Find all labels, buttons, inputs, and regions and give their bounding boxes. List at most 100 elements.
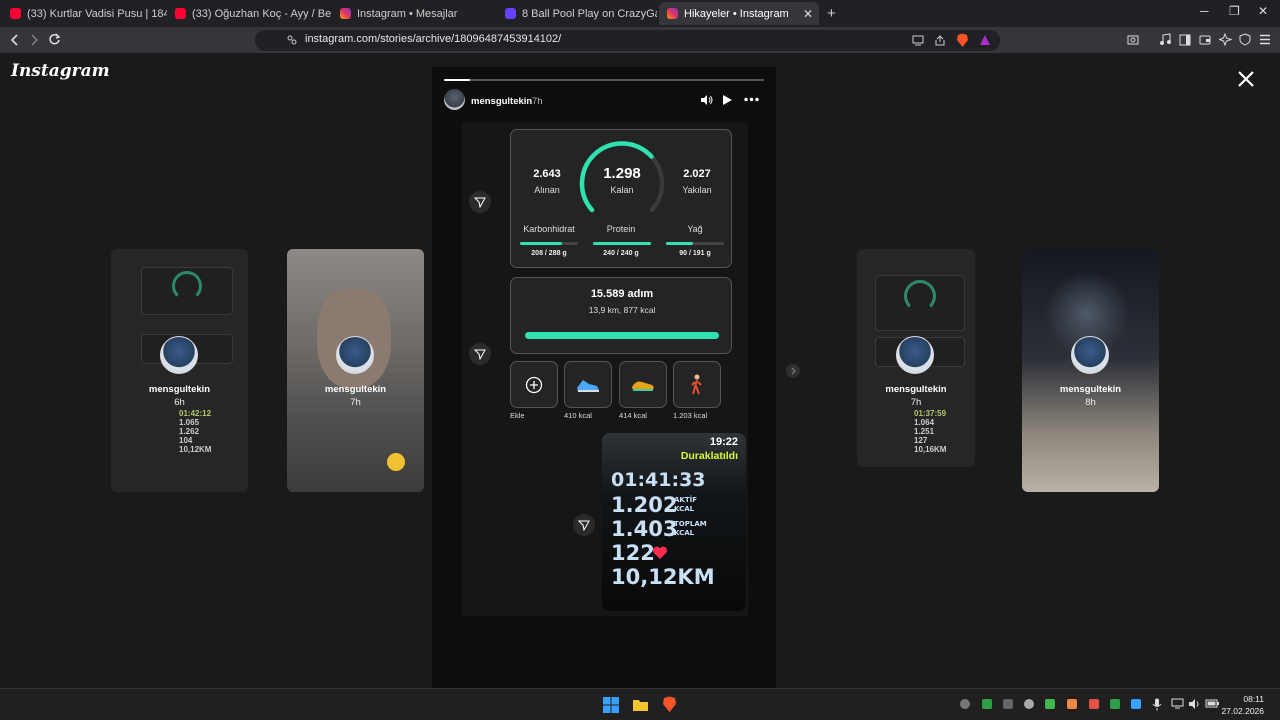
story-progress-bar <box>444 79 764 81</box>
tab-hikayeler-instagram[interactable]: Hikayeler • Instagram ✕ <box>659 2 819 25</box>
shoe-icon <box>632 381 654 391</box>
wallet-icon[interactable] <box>1199 34 1211 46</box>
story-time: 7h <box>910 397 922 408</box>
sidebar-icon[interactable] <box>1179 34 1191 46</box>
media-icon[interactable] <box>1159 33 1171 46</box>
story-thumbnail <box>141 267 233 315</box>
protein-value: 240 / 240 g <box>603 250 639 257</box>
next-story-button[interactable] <box>786 364 800 378</box>
brave-browser-icon[interactable] <box>662 696 677 713</box>
tab-title: 8 Ball Pool Play on CrazyGames <box>522 7 657 20</box>
side-story-card[interactable]: mensgultekin 8h <box>1022 249 1159 492</box>
minimize-icon[interactable]: ─ <box>1200 4 1209 18</box>
story-progress-fill <box>444 79 470 81</box>
story-time: 7h <box>532 96 543 107</box>
cast-icon[interactable] <box>912 35 924 46</box>
tray-icon[interactable] <box>1110 699 1120 709</box>
story-username: mensgultekin <box>885 384 947 395</box>
screenshot-icon[interactable] <box>1127 34 1139 46</box>
active-story[interactable]: mensgultekin 7h 2.643 Alınan 1.298 Kalan… <box>432 67 776 688</box>
send-reaction-button[interactable] <box>469 343 491 365</box>
add-activity-button <box>510 361 558 408</box>
menu-icon[interactable] <box>1259 34 1271 45</box>
activity-tile <box>619 361 667 408</box>
tray-icon[interactable] <box>960 699 970 709</box>
system-clock[interactable]: 08:11 27.02.2026 <box>1221 693 1264 717</box>
story-author-avatar[interactable] <box>444 89 465 110</box>
watch-duration: 01:41:33 <box>611 469 706 491</box>
play-icon[interactable] <box>722 94 733 106</box>
send-reaction-button[interactable] <box>469 191 491 213</box>
story-thumbnail <box>875 275 965 331</box>
carbs-label: Karbonhidrat <box>523 224 575 234</box>
story-image: 2.643 Alınan 1.298 Kalan 2.027 Yakılan K… <box>462 123 748 616</box>
watch-status: Duraklatıldı <box>680 450 738 462</box>
sneaker-icon <box>577 379 599 392</box>
reload-icon[interactable] <box>48 33 61 46</box>
url-bar[interactable]: instagram.com/stories/archive/1809648745… <box>255 30 1000 51</box>
tab-instagram-messages[interactable]: Instagram • Mesajlar <box>332 2 497 25</box>
side-story-card[interactable]: 01:37:59 1.064 1.251 127 10,16KM mensgulteki… <box>857 249 975 467</box>
send-icon <box>474 349 486 360</box>
battery-icon[interactable] <box>1205 698 1220 709</box>
watch-total-label: TOPLAM KCAL <box>674 520 707 537</box>
avatar <box>896 336 934 374</box>
tab-title: Instagram • Mesajlar <box>357 7 458 20</box>
close-tab-icon[interactable]: ✕ <box>803 7 813 21</box>
tray-icon[interactable] <box>982 699 992 709</box>
fat-bar-fill <box>666 242 694 245</box>
brave-shields-icon[interactable] <box>956 33 969 48</box>
tray-icon[interactable] <box>1024 699 1034 709</box>
watch-active-label: AKTİF KCAL <box>674 496 698 513</box>
crazygames-icon <box>505 8 516 19</box>
leo-ai-icon[interactable] <box>1219 33 1232 46</box>
consumed-label: Alınan <box>534 185 560 195</box>
story-viewer-page: Instagram 01:42:12 1.065 1.262 104 10,12KM m… <box>0 53 1280 688</box>
microphone-icon[interactable] <box>1152 698 1162 711</box>
story-time: 6h <box>174 397 185 408</box>
brave-rewards-icon[interactable] <box>979 34 991 46</box>
speaker-icon[interactable] <box>700 94 713 106</box>
tray-icon[interactable] <box>1067 699 1077 709</box>
site-info-icon[interactable] <box>287 35 297 45</box>
carbs-value: 208 / 288 g <box>531 250 567 257</box>
side-story-card[interactable]: 01:42:12 1.065 1.262 104 10,12KM mensgulteki… <box>111 249 248 492</box>
more-options-icon[interactable] <box>744 97 759 102</box>
new-tab-button[interactable]: + <box>823 2 843 25</box>
tray-icon[interactable] <box>1045 699 1055 709</box>
window-close-icon[interactable]: ✕ <box>1258 4 1268 18</box>
vpn-icon[interactable] <box>1239 33 1251 46</box>
send-reaction-button[interactable] <box>573 514 595 536</box>
steps-subtitle: 13,9 km, 877 kcal <box>588 305 656 315</box>
burned-label: Yakılan <box>682 185 712 195</box>
tray-icon[interactable] <box>1089 699 1099 709</box>
avatar <box>336 336 374 374</box>
activity-label: 1.203 kcal <box>673 411 708 420</box>
plus-icon <box>525 376 543 393</box>
back-icon[interactable] <box>9 34 21 46</box>
calorie-card: 2.643 Alınan 1.298 Kalan 2.027 Yakılan K… <box>510 129 732 268</box>
forward-icon[interactable] <box>28 34 40 46</box>
protein-bar-fill <box>593 242 651 245</box>
file-explorer-icon[interactable] <box>632 697 649 712</box>
tab-kurtlar-vadisi[interactable]: (33) Kurtlar Vadisi Pusu | 184. Bölüm | <box>2 2 167 25</box>
volume-icon[interactable] <box>1188 698 1201 710</box>
tray-icon[interactable] <box>1003 699 1013 709</box>
tray-icon[interactable] <box>1131 699 1141 709</box>
story-time: 7h <box>350 397 361 408</box>
story-author-name[interactable]: mensgultekin <box>471 96 532 107</box>
fat-bar <box>666 242 724 245</box>
restore-icon[interactable]: ❐ <box>1229 4 1240 18</box>
tab-oguzhan-koc[interactable]: (33) Oğuzhan Koç - Ayy / Ben Hala R <box>167 2 332 25</box>
protein-label: Protein <box>606 224 636 234</box>
instagram-logo[interactable]: Instagram <box>11 61 110 81</box>
close-icon[interactable] <box>1234 67 1258 91</box>
tab-8-ball-pool[interactable]: 8 Ball Pool Play on CrazyGames <box>497 2 657 25</box>
watch-active-kcal: 1.202 <box>611 493 678 517</box>
fat-value: 90 / 191 g <box>679 250 711 257</box>
network-icon[interactable] <box>1171 698 1184 709</box>
side-story-card[interactable]: mensgultekin 7h <box>287 249 424 492</box>
share-icon[interactable] <box>934 35 946 46</box>
windows-start-icon[interactable] <box>603 697 619 713</box>
fat-label: Yağ <box>687 224 703 234</box>
